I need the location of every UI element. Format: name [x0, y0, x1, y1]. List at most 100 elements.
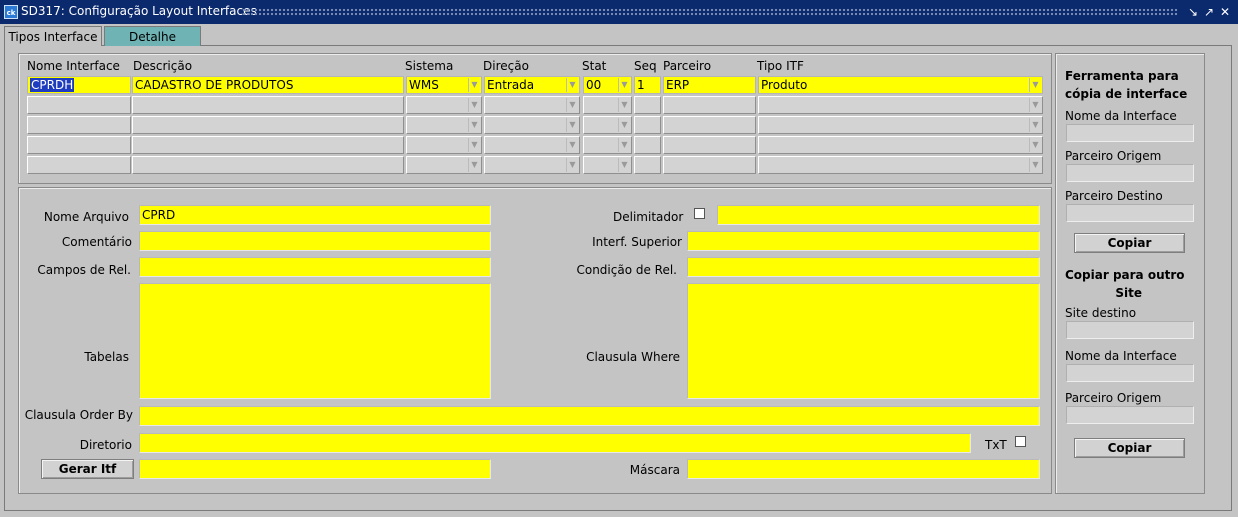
delimitador-checkbox[interactable]: [694, 208, 705, 219]
chevron-down-icon[interactable]: ▼: [468, 78, 480, 92]
cell-stat[interactable]: 00 ▼: [583, 76, 632, 94]
chevron-down-icon[interactable]: ▼: [566, 118, 578, 132]
cell-seq[interactable]: 1: [634, 76, 661, 94]
empty-cell-nome-interface[interactable]: [27, 156, 131, 174]
empty-cell-descricao[interactable]: [132, 136, 404, 154]
title-bar-pattern: [242, 8, 1178, 16]
cell-parceiro[interactable]: ERP: [663, 76, 756, 94]
chevron-down-icon[interactable]: ▼: [618, 78, 630, 92]
mascara-field[interactable]: [687, 459, 1040, 479]
chevron-down-icon[interactable]: ▼: [566, 78, 578, 92]
chevron-down-icon[interactable]: ▼: [1029, 118, 1041, 132]
empty-cell-parceiro[interactable]: [663, 116, 756, 134]
copy-parceiro-origem-label: Parceiro Origem: [1065, 149, 1162, 163]
chevron-down-icon[interactable]: ▼: [468, 138, 480, 152]
empty-cell-nome-interface[interactable]: [27, 136, 131, 154]
order-by-field[interactable]: [139, 406, 1040, 426]
gerar-itf-field[interactable]: [139, 459, 491, 479]
empty-cell-nome-interface[interactable]: [27, 116, 131, 134]
chevron-down-icon[interactable]: ▼: [618, 118, 630, 132]
gerar-itf-button[interactable]: Gerar Itf: [41, 459, 134, 479]
cell-direcao[interactable]: Entrada ▼: [484, 76, 580, 94]
tab-detalhe[interactable]: Detalhe: [104, 26, 201, 46]
empty-cell-parceiro[interactable]: [663, 156, 756, 174]
chevron-down-icon[interactable]: ▼: [468, 158, 480, 172]
txt-checkbox[interactable]: [1015, 436, 1026, 447]
empty-cell-stat[interactable]: ▼: [583, 96, 632, 114]
comentario-field[interactable]: [139, 231, 491, 251]
copiar-site-button[interactable]: Copiar: [1074, 438, 1185, 458]
tab-tipos-interface[interactable]: Tipos Interface: [4, 26, 102, 46]
empty-cell-tipo-itf[interactable]: ▼: [758, 96, 1043, 114]
chevron-down-icon[interactable]: ▼: [1029, 158, 1041, 172]
empty-cell-seq[interactable]: [634, 116, 661, 134]
empty-cell-sistema[interactable]: ▼: [406, 156, 482, 174]
col-header-direcao: Direção: [483, 59, 529, 73]
copy-nome-interface-field[interactable]: [1066, 124, 1194, 142]
empty-cell-nome-interface[interactable]: [27, 96, 131, 114]
cell-nome-interface-value: CPRDH: [30, 78, 75, 92]
empty-cell-tipo-itf[interactable]: ▼: [758, 156, 1043, 174]
chevron-down-icon[interactable]: ▼: [618, 158, 630, 172]
chevron-down-icon[interactable]: ▼: [618, 138, 630, 152]
empty-cell-descricao[interactable]: [132, 96, 404, 114]
cell-tipo-itf[interactable]: Produto ▼: [758, 76, 1043, 94]
clausula-where-label: Clausula Where: [586, 350, 680, 364]
empty-cell-tipo-itf[interactable]: ▼: [758, 116, 1043, 134]
site-parceiro-origem-field[interactable]: [1066, 406, 1194, 424]
empty-cell-sistema[interactable]: ▼: [406, 116, 482, 134]
empty-cell-direcao[interactable]: ▼: [484, 116, 580, 134]
condicao-rel-field[interactable]: [687, 257, 1040, 277]
empty-cell-parceiro[interactable]: [663, 96, 756, 114]
copy-parceiro-origem-field[interactable]: [1066, 164, 1194, 182]
empty-cell-seq[interactable]: [634, 96, 661, 114]
chevron-down-icon[interactable]: ▼: [1029, 98, 1041, 112]
empty-cell-seq[interactable]: [634, 136, 661, 154]
nome-arquivo-field[interactable]: CPRD: [139, 205, 491, 225]
chevron-down-icon[interactable]: ▼: [468, 98, 480, 112]
empty-cell-direcao[interactable]: ▼: [484, 96, 580, 114]
cell-descricao[interactable]: CADASTRO DE PRODUTOS: [132, 76, 404, 94]
minimize-icon[interactable]: ↘: [1186, 5, 1200, 19]
empty-cell-stat[interactable]: ▼: [583, 156, 632, 174]
cell-sistema[interactable]: WMS ▼: [406, 76, 482, 94]
empty-cell-direcao[interactable]: ▼: [484, 156, 580, 174]
empty-cell-direcao[interactable]: ▼: [484, 136, 580, 154]
copy-parceiro-destino-field[interactable]: [1066, 204, 1194, 222]
chevron-down-icon[interactable]: ▼: [1029, 78, 1041, 92]
empty-cell-tipo-itf[interactable]: ▼: [758, 136, 1043, 154]
empty-cell-seq[interactable]: [634, 156, 661, 174]
empty-cell-stat[interactable]: ▼: [583, 136, 632, 154]
app-icon: ck: [4, 5, 18, 19]
campos-rel-label: Campos de Rel.: [37, 263, 131, 277]
col-header-nome-interface: Nome Interface: [27, 59, 120, 73]
campos-rel-field[interactable]: [139, 257, 491, 277]
mascara-label: Máscara: [629, 463, 680, 477]
tabelas-field[interactable]: [139, 283, 491, 399]
chevron-down-icon[interactable]: ▼: [566, 158, 578, 172]
chevron-down-icon[interactable]: ▼: [1029, 138, 1041, 152]
interf-superior-field[interactable]: [687, 231, 1040, 251]
chevron-down-icon[interactable]: ▼: [566, 138, 578, 152]
clausula-where-field[interactable]: [687, 283, 1040, 399]
chevron-down-icon[interactable]: ▼: [566, 98, 578, 112]
site-nome-interface-field[interactable]: [1066, 364, 1194, 382]
tabelas-label: Tabelas: [84, 350, 129, 364]
empty-cell-descricao[interactable]: [132, 156, 404, 174]
close-icon[interactable]: ✕: [1218, 5, 1232, 19]
empty-cell-descricao[interactable]: [132, 116, 404, 134]
site-destino-field[interactable]: [1066, 321, 1194, 339]
site-nome-interface-label: Nome da Interface: [1065, 349, 1177, 363]
copy-parceiro-destino-label: Parceiro Destino: [1065, 189, 1163, 203]
copiar-button[interactable]: Copiar: [1074, 233, 1185, 253]
chevron-down-icon[interactable]: ▼: [618, 98, 630, 112]
empty-cell-sistema[interactable]: ▼: [406, 96, 482, 114]
delimitador-field[interactable]: [717, 205, 1040, 225]
empty-cell-stat[interactable]: ▼: [583, 116, 632, 134]
empty-cell-sistema[interactable]: ▼: [406, 136, 482, 154]
maximize-icon[interactable]: ↗: [1202, 5, 1216, 19]
diretorio-field[interactable]: [139, 433, 971, 453]
cell-nome-interface[interactable]: CPRDH: [27, 76, 131, 94]
empty-cell-parceiro[interactable]: [663, 136, 756, 154]
chevron-down-icon[interactable]: ▼: [468, 118, 480, 132]
